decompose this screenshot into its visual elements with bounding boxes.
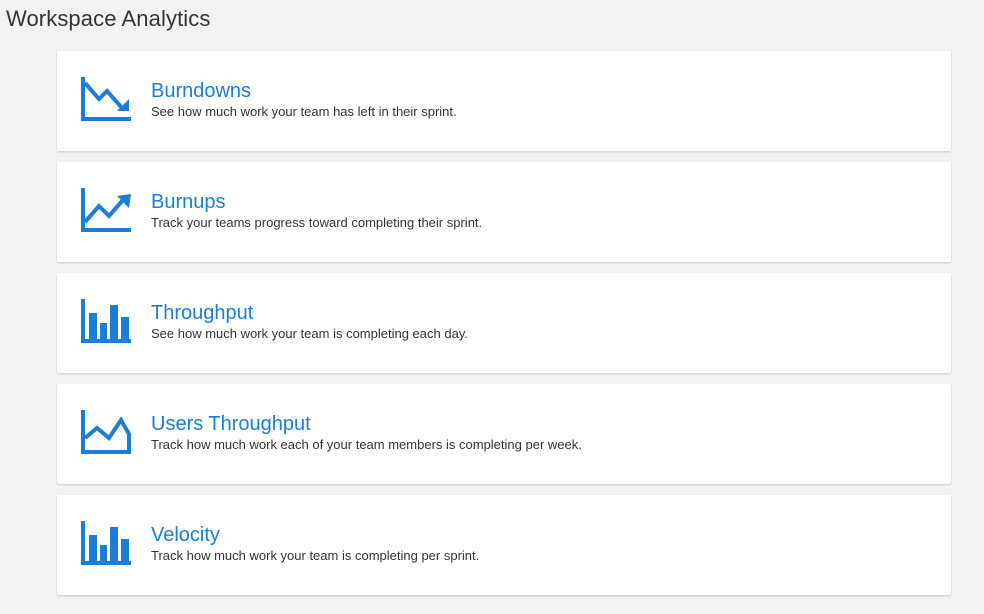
bar-chart-icon (81, 519, 133, 565)
card-title[interactable]: Throughput (151, 301, 253, 325)
card-throughput[interactable]: Throughput See how much work your team i… (57, 273, 951, 373)
card-burnups[interactable]: Burnups Track your teams progress toward… (57, 162, 951, 262)
bar-chart-icon (81, 297, 133, 343)
card-title[interactable]: Burnups (151, 190, 226, 214)
page-title: Workspace Analytics (6, 6, 211, 31)
card-title[interactable]: Burndowns (151, 79, 251, 103)
card-burndowns[interactable]: Burndowns See how much work your team ha… (57, 51, 951, 151)
card-description: Track your teams progress toward complet… (151, 215, 483, 230)
card-description: See how much work your team has left in … (151, 104, 457, 119)
area-chart-icon (81, 408, 133, 454)
card-description: See how much work your team is completin… (151, 326, 468, 341)
card-title[interactable]: Velocity (151, 523, 220, 547)
card-users-throughput[interactable]: Users Throughput Track how much work eac… (57, 384, 951, 484)
card-description: Track how much work your team is complet… (151, 548, 480, 563)
burndown-chart-icon (81, 75, 133, 121)
card-velocity[interactable]: Velocity Track how much work your team i… (57, 495, 951, 595)
card-title[interactable]: Users Throughput (151, 412, 311, 436)
card-description: Track how much work each of your team me… (151, 437, 582, 452)
analytics-card-list: Burndowns See how much work your team ha… (57, 51, 951, 606)
burnup-chart-icon (81, 186, 133, 232)
